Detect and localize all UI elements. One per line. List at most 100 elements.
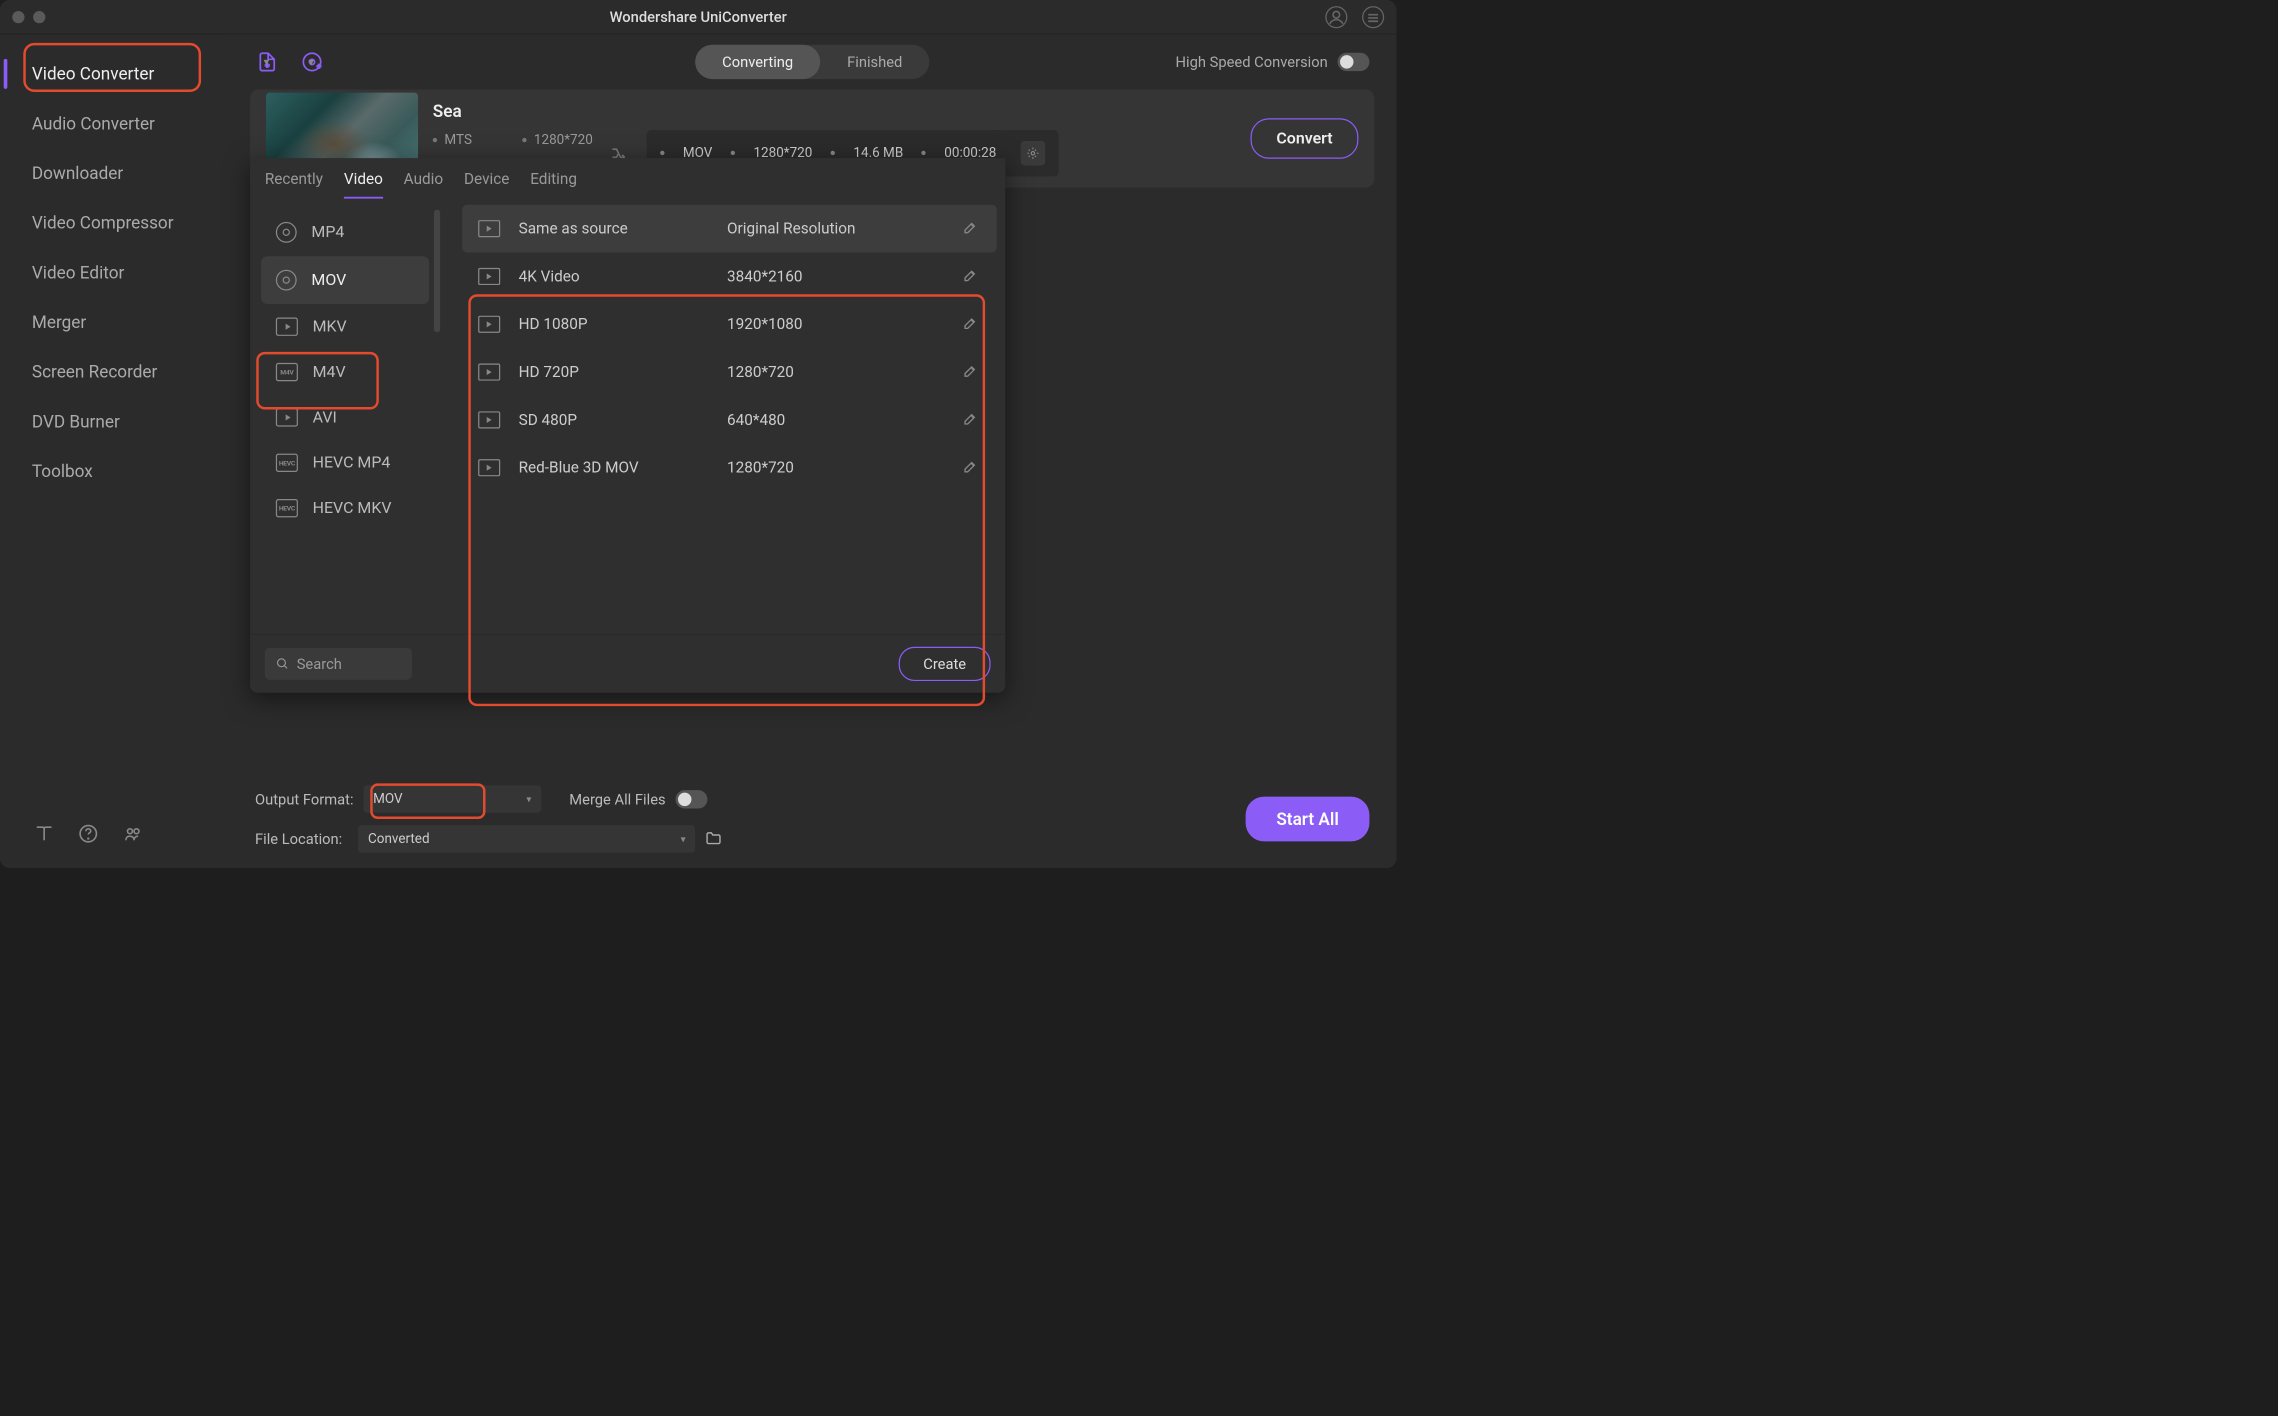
share-icon[interactable]	[123, 824, 143, 844]
sidebar-item-toolbox[interactable]: Toolbox	[0, 446, 228, 496]
format-label: M4V	[313, 363, 346, 381]
video-icon	[478, 316, 500, 333]
main: ▾ ▾ ConvertingFinished High Speed Conver…	[228, 34, 1396, 868]
edit-icon[interactable]	[962, 363, 980, 381]
file-location-select[interactable]: Converted ▾	[358, 825, 695, 853]
app-title: Wondershare UniConverter	[610, 8, 787, 25]
titlebar: Wondershare UniConverter	[0, 0, 1396, 34]
video-icon	[478, 459, 500, 476]
create-button[interactable]: Create	[899, 646, 991, 680]
edit-icon[interactable]	[962, 267, 980, 285]
sidebar-item-video-compressor[interactable]: Video Compressor	[0, 198, 228, 248]
tab-recently[interactable]: Recently	[265, 170, 323, 198]
resolution-value: 1920*1080	[727, 315, 944, 333]
resolution-item[interactable]: SD 480P 640*480	[462, 396, 997, 444]
chevron-down-icon: ▾	[526, 793, 531, 805]
account-icon[interactable]	[1325, 6, 1347, 28]
start-all-button[interactable]: Start All	[1246, 797, 1370, 842]
merge-label: Merge All Files	[569, 790, 665, 807]
settings-icon[interactable]	[1021, 141, 1046, 166]
format-scrollbar[interactable]	[434, 210, 440, 333]
toolbar: ▾ ▾ ConvertingFinished High Speed Conver…	[228, 34, 1396, 89]
add-disc-chevron-icon[interactable]: ▾	[308, 55, 314, 68]
video-icon	[478, 268, 500, 285]
format-mkv[interactable]: MKV	[261, 304, 429, 349]
format-mp4[interactable]: MP4	[261, 208, 429, 256]
resolution-name: HD 1080P	[519, 315, 709, 333]
format-label: MP4	[311, 223, 344, 241]
format-avi[interactable]: AVI	[261, 395, 429, 440]
format-label: MKV	[313, 318, 347, 336]
output-format-value: MOV	[373, 791, 403, 806]
format-popup: Recently Video Audio Device Editing MP4 MOV MK…	[250, 158, 1005, 693]
file-title: Sea	[433, 101, 1236, 121]
minimize-window-dot[interactable]	[33, 11, 45, 23]
resolution-name: 4K Video	[519, 268, 709, 286]
file-location-value: Converted	[368, 831, 430, 846]
merge-toggle[interactable]	[675, 790, 707, 808]
sidebar-item-video-converter[interactable]: Video Converter	[0, 49, 228, 99]
resolution-value: 1280*720	[727, 363, 944, 381]
high-speed-label: High Speed Conversion	[1176, 53, 1328, 70]
resolution-item[interactable]: HD 720P 1280*720	[462, 348, 997, 396]
sidebar-item-audio-converter[interactable]: Audio Converter	[0, 99, 228, 149]
convert-button[interactable]: Convert	[1251, 118, 1359, 158]
close-window-dot[interactable]	[12, 11, 24, 23]
format-label: HEVC MP4	[313, 454, 391, 472]
sidebar: Video ConverterAudio ConverterDownloader…	[0, 34, 228, 868]
search-input[interactable]: Search	[265, 648, 412, 680]
tab-audio[interactable]: Audio	[404, 170, 443, 198]
sidebar-item-merger[interactable]: Merger	[0, 297, 228, 347]
output-format-select[interactable]: MOV ▾	[363, 785, 541, 813]
sidebar-item-dvd-burner[interactable]: DVD Burner	[0, 397, 228, 447]
resolution-name: Same as source	[519, 220, 709, 238]
format-label: MOV	[311, 271, 346, 289]
resolution-item[interactable]: Red-Blue 3D MOV1280*720	[462, 444, 997, 492]
open-folder-icon[interactable]	[705, 830, 723, 848]
tab-editing[interactable]: Editing	[530, 170, 577, 198]
edit-icon[interactable]	[962, 315, 980, 333]
book-icon[interactable]	[34, 824, 54, 844]
format-hevcmp4[interactable]: HEVC HEVC MP4	[261, 440, 429, 485]
file-location-label: File Location:	[255, 830, 342, 847]
bottom-bar: Output Format: MOV ▾ Merge All Files Fil…	[228, 770, 1396, 868]
src-format: MTS	[444, 132, 472, 147]
resolution-value: Original Resolution	[727, 220, 944, 238]
sidebar-item-video-editor[interactable]: Video Editor	[0, 248, 228, 298]
format-icon	[276, 270, 297, 291]
sidebar-item-screen-recorder[interactable]: Screen Recorder	[0, 347, 228, 397]
segment-finished[interactable]: Finished	[820, 45, 929, 79]
video-icon	[478, 364, 500, 381]
add-file-chevron-icon[interactable]: ▾	[264, 55, 270, 68]
edit-icon[interactable]	[962, 411, 980, 429]
video-icon	[478, 220, 500, 237]
format-mov[interactable]: MOV	[261, 256, 429, 304]
window-controls[interactable]	[12, 11, 45, 23]
resolution-name: HD 720P	[519, 363, 709, 381]
search-placeholder: Search	[297, 655, 342, 672]
tab-video[interactable]: Video	[344, 170, 383, 198]
resolution-value: 640*480	[727, 411, 944, 429]
format-m4v[interactable]: M4VM4V	[261, 349, 429, 394]
format-label: HEVC MKV	[313, 499, 392, 517]
resolution-item[interactable]: 4K Video3840*2160	[462, 253, 997, 301]
high-speed-toggle[interactable]	[1338, 53, 1370, 71]
format-icon	[276, 222, 297, 243]
menu-icon[interactable]	[1362, 6, 1384, 28]
resolution-item[interactable]: HD 1080P 1920*1080	[462, 300, 997, 348]
edit-icon[interactable]	[962, 219, 980, 237]
edit-icon[interactable]	[962, 459, 980, 477]
tab-device[interactable]: Device	[464, 170, 509, 198]
help-icon[interactable]	[78, 824, 98, 844]
format-hevcmkv[interactable]: HEVC HEVC MKV	[261, 485, 429, 530]
resolution-name: SD 480P	[519, 411, 709, 429]
resolution-item[interactable]: Same as source Original Resolution	[462, 205, 997, 253]
format-icon: HEVC	[276, 499, 298, 517]
chevron-down-icon: ▾	[681, 833, 686, 845]
resolution-value: 1280*720	[727, 459, 944, 477]
format-icon	[276, 318, 298, 336]
sidebar-item-downloader[interactable]: Downloader	[0, 148, 228, 198]
video-icon	[478, 411, 500, 428]
segment-converting[interactable]: Converting	[695, 45, 820, 79]
format-icon: HEVC	[276, 454, 298, 472]
